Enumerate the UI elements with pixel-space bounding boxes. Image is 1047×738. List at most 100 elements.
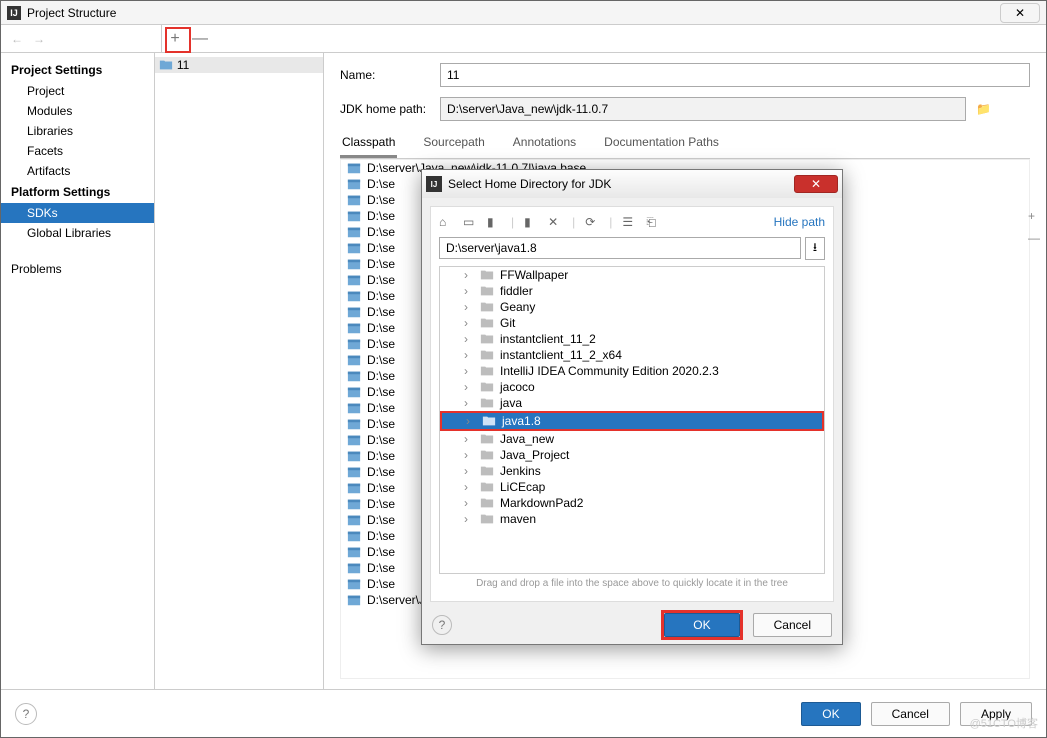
classpath-entry-label: D:\se (367, 513, 395, 527)
intellij-icon: IJ (7, 6, 21, 20)
tree-node[interactable]: ›MarkdownPad2 (440, 495, 824, 511)
tree-node[interactable]: ›IntelliJ IDEA Community Edition 2020.2.… (440, 363, 824, 379)
modal-help-button[interactable]: ? (432, 615, 452, 635)
tree-node-label: java (500, 396, 522, 410)
folder-icon (480, 464, 494, 478)
folder-icon (159, 58, 173, 72)
new-folder-icon[interactable]: ▮ (524, 215, 538, 229)
directory-tree[interactable]: ›FFWallpaper›fiddler›Geany›Git›instantcl… (439, 266, 825, 574)
library-icon (347, 257, 361, 271)
sdk-item-label: 11 (177, 58, 189, 72)
tab-documentation[interactable]: Documentation Paths (602, 131, 721, 158)
platform-settings-heading: Platform Settings (1, 181, 154, 203)
refresh-icon[interactable]: ⟳ (585, 215, 599, 229)
chevron-right-icon: › (464, 396, 474, 410)
folder-icon (480, 380, 494, 394)
chevron-right-icon: › (464, 316, 474, 330)
sdk-tabs: Classpath Sourcepath Annotations Documen… (340, 131, 1030, 159)
desktop-icon[interactable]: ▭ (463, 215, 477, 229)
classpath-entry-label: D:\se (367, 353, 395, 367)
classpath-entry-label: D:\se (367, 577, 395, 591)
library-icon (347, 385, 361, 399)
tree-node[interactable]: › fiddler (440, 283, 824, 299)
tree-node[interactable]: ›Jenkins (440, 463, 824, 479)
tree-node[interactable]: ›jacoco (440, 379, 824, 395)
chevron-right-icon: › (464, 348, 474, 362)
classpath-remove-button[interactable]: — (1028, 231, 1040, 245)
modal-toolbar: ⌂ ▭ ▮ | ▮ ✕ | ⟳ | ☰ ⎗ Hide path (439, 215, 825, 237)
library-icon (347, 305, 361, 319)
sidebar-item-facets[interactable]: Facets (1, 141, 154, 161)
tree-node[interactable]: ›LiCEcap (440, 479, 824, 495)
classpath-entry-label: D:\se (367, 497, 395, 511)
folder-icon (480, 300, 494, 314)
name-input[interactable] (440, 63, 1030, 87)
folder-icon (480, 316, 494, 330)
classpath-entry-label: D:\se (367, 561, 395, 575)
library-icon (347, 545, 361, 559)
ok-button[interactable]: OK (801, 702, 860, 726)
modal-ok-button[interactable]: OK (664, 613, 739, 637)
classpath-add-button[interactable]: + (1028, 209, 1040, 223)
path-input[interactable] (439, 237, 801, 259)
classpath-entry-label: D:\se (367, 241, 395, 255)
jdk-home-input[interactable] (440, 97, 966, 121)
delete-icon[interactable]: ✕ (548, 215, 562, 229)
remove-sdk-button[interactable]: — (192, 30, 206, 48)
hide-path-link[interactable]: Hide path (774, 215, 825, 229)
tree-node-selected[interactable]: ›java1.8 (440, 411, 824, 431)
tree-node[interactable]: ›Java_Project (440, 447, 824, 463)
library-icon (347, 497, 361, 511)
library-icon (347, 289, 361, 303)
tree-node[interactable]: ›maven (440, 511, 824, 527)
project-icon[interactable]: ▮ (487, 215, 501, 229)
cancel-button[interactable]: Cancel (871, 702, 950, 726)
sidebar-item-modules[interactable]: Modules (1, 101, 154, 121)
classpath-entry-label: D:\se (367, 209, 395, 223)
sidebar-item-problems[interactable]: Problems (1, 259, 154, 279)
apply-button[interactable]: Apply (960, 702, 1032, 726)
chevron-right-icon: › (464, 284, 474, 298)
collapse-icon[interactable]: ⎗ (646, 215, 660, 229)
tree-node[interactable]: ›instantclient_11_2_x64 (440, 347, 824, 363)
modal-cancel-button[interactable]: Cancel (753, 613, 832, 637)
modal-close-button[interactable]: ✕ (794, 175, 838, 193)
tree-node[interactable]: ›Geany (440, 299, 824, 315)
sidebar-item-libraries[interactable]: Libraries (1, 121, 154, 141)
help-button[interactable]: ? (15, 703, 37, 725)
window-close-button[interactable]: ✕ (1000, 3, 1040, 23)
tab-sourcepath[interactable]: Sourcepath (421, 131, 486, 158)
tab-classpath[interactable]: Classpath (340, 131, 397, 158)
sidebar-item-project[interactable]: Project (1, 81, 154, 101)
forward-arrow-icon[interactable]: → (33, 32, 45, 46)
tree-node[interactable]: ›Git (440, 315, 824, 331)
tree-node-label: jacoco (500, 380, 535, 394)
browse-folder-icon[interactable]: 📁 (976, 102, 994, 116)
chevron-right-icon: › (464, 300, 474, 314)
home-icon[interactable]: ⌂ (439, 215, 453, 229)
tree-node-label: fiddler (500, 284, 533, 298)
tree-node[interactable]: › java (440, 395, 824, 411)
sdk-item-11[interactable]: 11 (155, 57, 323, 73)
dialog-footer: ? OK Cancel Apply (1, 689, 1046, 737)
library-icon (347, 321, 361, 335)
folder-icon (482, 414, 496, 428)
back-arrow-icon[interactable]: ← (11, 32, 23, 46)
tab-annotations[interactable]: Annotations (511, 131, 578, 158)
sidebar-item-artifacts[interactable]: Artifacts (1, 161, 154, 181)
modal-footer: ? OK Cancel (422, 610, 842, 648)
library-icon (347, 225, 361, 239)
classpath-entry-label: D:\se (367, 417, 395, 431)
path-history-button[interactable]: ⭳ (805, 237, 825, 260)
tree-node[interactable]: ›FFWallpaper (440, 267, 824, 283)
show-hidden-icon[interactable]: ☰ (622, 215, 636, 229)
tree-node-label: java1.8 (502, 414, 541, 428)
sidebar-item-sdks[interactable]: SDKs (1, 203, 154, 223)
folder-icon (480, 284, 494, 298)
add-sdk-button[interactable]: + (168, 30, 182, 48)
tree-node[interactable]: ›Java_new (440, 431, 824, 447)
sidebar-item-global-libraries[interactable]: Global Libraries (1, 223, 154, 243)
titlebar: IJ Project Structure ✕ (1, 1, 1046, 25)
tree-node[interactable]: ›instantclient_11_2 (440, 331, 824, 347)
select-home-directory-dialog: IJ Select Home Directory for JDK ✕ ⌂ ▭ ▮… (421, 169, 843, 645)
